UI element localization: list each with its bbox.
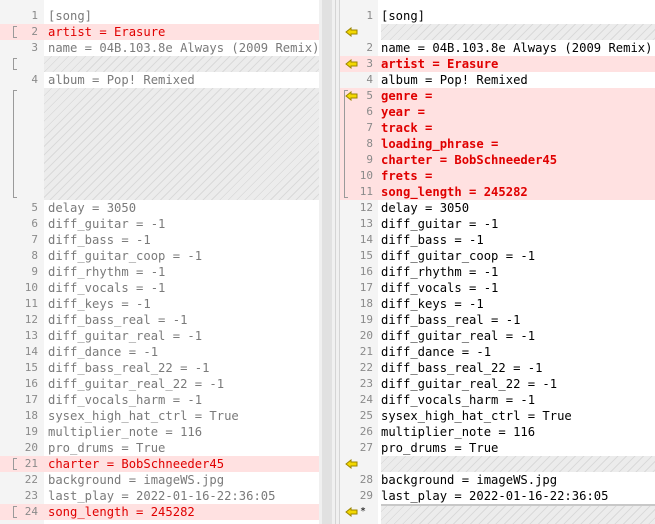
left-vertical-scrollbar[interactable] — [319, 0, 335, 524]
left-line-22[interactable]: 22 background = imageWS.jpg — [0, 472, 319, 488]
right-line-24[interactable]: 24 diff_vocals_harm = -1 — [340, 392, 655, 408]
right-line-12[interactable]: 12 delay = 3050 — [340, 200, 655, 216]
left-line-19[interactable]: 19 multiplier_note = 116 — [0, 424, 319, 440]
right-line-14[interactable]: 14 diff_bass = -1 — [340, 232, 655, 248]
change-bracket-icon — [13, 58, 17, 70]
left-line-1[interactable]: 1 [song] — [0, 8, 319, 24]
change-bracket-icon — [13, 90, 17, 198]
right-placeholder-block — [381, 504, 655, 524]
right-line-10[interactable]: 10 frets = — [340, 168, 655, 184]
left-line-8[interactable]: 8 diff_guitar_coop = -1 — [0, 248, 319, 264]
right-line-22[interactable]: 22 diff_bass_real_22 = -1 — [340, 360, 655, 376]
left-line-23[interactable]: 23 last_play = 2022-01-16-22:36:05 — [0, 488, 319, 504]
left-placeholder-block — [44, 88, 319, 200]
right-line-25[interactable]: 25 sysex_high_hat_ctrl = True — [340, 408, 655, 424]
right-line-2[interactable]: 2 name = 04B.103.8e Always (2009 Remix) — [340, 40, 655, 56]
left-line-5[interactable]: 5 delay = 3050 — [0, 200, 319, 216]
right-line-6[interactable]: 6 year = — [340, 104, 655, 120]
left-file-pane[interactable]: 1 [song] 2 artist = Erasure 3 name = 04B.10… — [0, 0, 335, 524]
left-line-3[interactable]: 3 name = 04B.103.8e Always (2009 Remix) — [0, 40, 319, 56]
copy-left-arrow-icon[interactable] — [345, 59, 358, 69]
left-line-11[interactable]: 11 diff_keys = -1 — [0, 296, 319, 312]
copy-left-arrow-icon[interactable] — [345, 507, 358, 517]
right-end-of-file-line — [381, 504, 655, 506]
right-line-27[interactable]: 27 pro_drums = True — [340, 440, 655, 456]
right-line-9[interactable]: 9 charter = BobSchneeder45 — [340, 152, 655, 168]
left-line-10[interactable]: 10 diff_vocals = -1 — [0, 280, 319, 296]
right-line-7[interactable]: 7 track = — [340, 120, 655, 136]
right-line-23[interactable]: 23 diff_guitar_real_22 = -1 — [340, 376, 655, 392]
right-line-29[interactable]: 29 last_play = 2022-01-16-22:36:05 — [340, 488, 655, 504]
right-line-4[interactable]: 4 album = Pop! Remixed — [340, 72, 655, 88]
left-line-14[interactable]: 14 diff_dance = -1 — [0, 344, 319, 360]
end-of-file-marker: * — [360, 506, 367, 517]
right-line-8[interactable]: 8 loading_phrase = — [340, 136, 655, 152]
left-scrollbar-thumb[interactable] — [322, 0, 332, 524]
right-line-28[interactable]: 28 background = imageWS.jpg — [340, 472, 655, 488]
right-line-26[interactable]: 26 multiplier_note = 116 — [340, 424, 655, 440]
right-line-11[interactable]: 11 song_length = 245282 — [340, 184, 655, 200]
left-line-6[interactable]: 6 diff_guitar = -1 — [0, 216, 319, 232]
left-line-20[interactable]: 20 pro_drums = True — [0, 440, 319, 456]
right-line-19[interactable]: 19 diff_bass_real = -1 — [340, 312, 655, 328]
right-placeholder-block — [381, 24, 655, 40]
left-line-4[interactable]: 4 album = Pop! Remixed — [0, 72, 319, 88]
right-line-16[interactable]: 16 diff_rhythm = -1 — [340, 264, 655, 280]
left-line-7[interactable]: 7 diff_bass = -1 — [0, 232, 319, 248]
left-line-13[interactable]: 13 diff_guitar_real = -1 — [0, 328, 319, 344]
left-line-12[interactable]: 12 diff_bass_real = -1 — [0, 312, 319, 328]
right-line-18[interactable]: 18 diff_keys = -1 — [340, 296, 655, 312]
left-line-15[interactable]: 15 diff_bass_real_22 = -1 — [0, 360, 319, 376]
right-line-5[interactable]: 5 genre = — [340, 88, 655, 104]
right-placeholder-block — [381, 456, 655, 472]
right-line-1[interactable]: 1 [song] — [340, 8, 655, 24]
change-bracket-icon — [13, 506, 17, 518]
left-line-2[interactable]: 2 artist = Erasure — [0, 24, 319, 40]
left-line-18[interactable]: 18 sysex_high_hat_ctrl = True — [0, 408, 319, 424]
change-bracket-icon — [13, 26, 17, 38]
copy-left-arrow-icon[interactable] — [345, 27, 358, 37]
right-line-21[interactable]: 21 diff_dance = -1 — [340, 344, 655, 360]
left-placeholder-block — [44, 56, 319, 72]
right-line-3[interactable]: 3 artist = Erasure — [340, 56, 655, 72]
right-file-pane[interactable]: 1 [song] 2 name = 04B.103.8e Always (2009 … — [340, 0, 655, 524]
copy-left-arrow-icon[interactable] — [345, 91, 358, 101]
left-line-21[interactable]: 21 charter = BobSchneeder45 — [0, 456, 319, 472]
left-line-9[interactable]: 9 diff_rhythm = -1 — [0, 264, 319, 280]
left-line-17[interactable]: 17 diff_vocals_harm = -1 — [0, 392, 319, 408]
right-line-17[interactable]: 17 diff_vocals = -1 — [340, 280, 655, 296]
copy-left-arrow-icon[interactable] — [345, 459, 358, 469]
left-line-16[interactable]: 16 diff_guitar_real_22 = -1 — [0, 376, 319, 392]
right-line-20[interactable]: 20 diff_guitar_real = -1 — [340, 328, 655, 344]
change-bracket-icon — [344, 90, 348, 198]
right-line-13[interactable]: 13 diff_guitar = -1 — [340, 216, 655, 232]
right-line-15[interactable]: 15 diff_guitar_coop = -1 — [340, 248, 655, 264]
left-line-24[interactable]: 24 song_length = 245282 — [0, 504, 319, 520]
change-bracket-icon — [13, 458, 17, 470]
